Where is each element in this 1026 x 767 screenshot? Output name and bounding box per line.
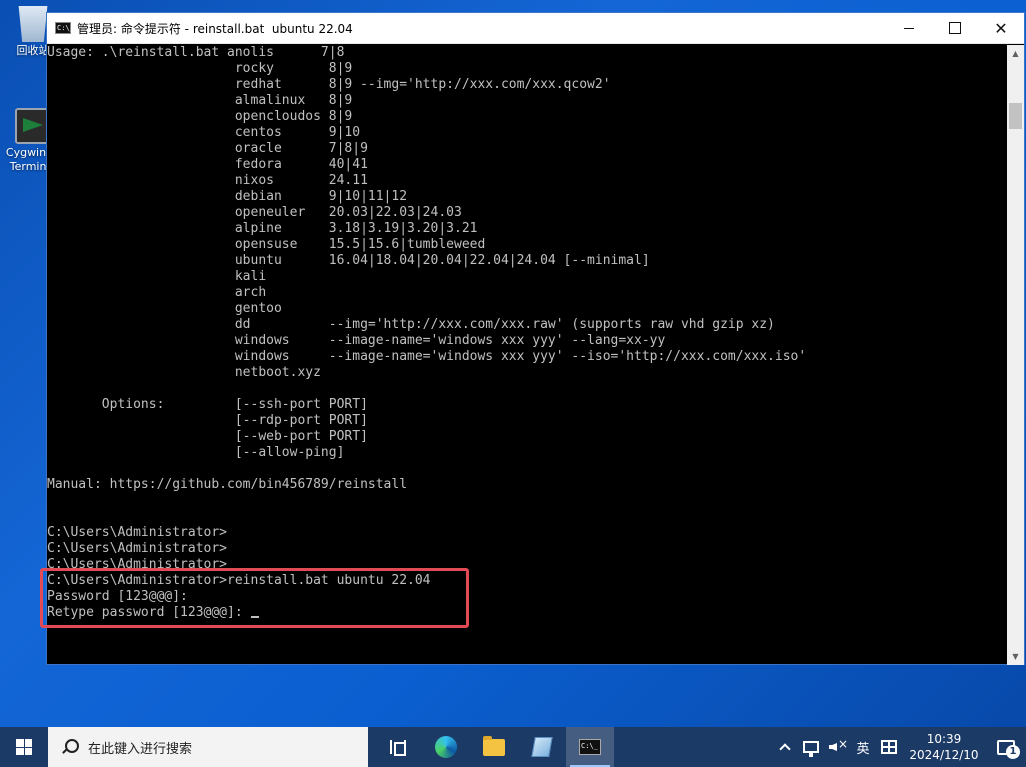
task-view-icon <box>390 740 406 756</box>
console-line: alpine 3.18|3.19|3.20|3.21 <box>47 221 478 236</box>
console-line: arch <box>47 285 267 300</box>
console-line: almalinux 8|9 <box>47 93 353 108</box>
notepad-taskbar-button[interactable] <box>518 727 566 767</box>
windows-logo-icon <box>16 739 32 755</box>
vertical-scrollbar[interactable]: ▲ ▼ <box>1007 45 1024 665</box>
window-title: 管理员: 命令提示符 - reinstall.bat ubuntu 22.04 <box>77 21 353 36</box>
system-tray: 英 10:39 2024/12/10 1 <box>772 727 1026 767</box>
input-method-button[interactable]: 英 <box>850 727 876 767</box>
console-line: rocky 8|9 <box>47 61 353 76</box>
action-center-button[interactable]: 1 <box>986 727 1026 767</box>
console-line: gentoo <box>47 301 282 316</box>
file-explorer-taskbar-button[interactable] <box>470 727 518 767</box>
console-line: debian 9|10|11|12 <box>47 189 408 204</box>
console-line: Usage: .\reinstall.bat anolis 7|8 <box>47 45 345 60</box>
console-line: windows --image-name='windows xxx yyy' -… <box>47 333 666 348</box>
console-line: kali <box>47 269 267 284</box>
console-line: C:\Users\Administrator> <box>47 541 228 556</box>
console-line: oracle 7|8|9 <box>47 141 368 156</box>
taskbar: 在此键入进行搜索 C:\_ 英 10:39 2024/12/10 1 <box>0 727 1026 767</box>
console-line: fedora 40|41 <box>47 157 368 172</box>
console-line: Manual: https://github.com/bin456789/rei… <box>47 477 408 492</box>
console-line: redhat 8|9 --img='http://xxx.com/xxx.qco… <box>47 77 611 92</box>
notepad-icon <box>531 737 553 757</box>
volume-button[interactable] <box>824 727 850 767</box>
taskbar-search-box[interactable]: 在此键入进行搜索 <box>48 727 368 767</box>
console-line: [--rdp-port PORT] <box>47 413 368 428</box>
task-view-button[interactable] <box>374 727 422 767</box>
console-line: windows --image-name='windows xxx yyy' -… <box>47 349 807 364</box>
notification-count-badge: 1 <box>1006 745 1020 759</box>
scroll-up-icon[interactable]: ▲ <box>1007 45 1024 62</box>
console-line: opencloudos 8|9 <box>47 109 353 124</box>
console-line: [--allow-ping] <box>47 445 345 460</box>
clock[interactable]: 10:39 2024/12/10 <box>902 731 986 763</box>
window-titlebar[interactable]: C:\_ 管理员: 命令提示符 - reinstall.bat ubuntu 2… <box>47 13 1024 44</box>
clock-date: 2024/12/10 <box>909 748 979 762</box>
console-line: Options: [--ssh-port PORT] <box>47 397 368 412</box>
network-icon <box>803 741 819 757</box>
console-line: C:\Users\Administrator> <box>47 525 228 540</box>
console-line: centos 9|10 <box>47 125 361 140</box>
edge-taskbar-button[interactable] <box>422 727 470 767</box>
edge-icon <box>435 736 457 758</box>
clock-time: 10:39 <box>926 732 962 746</box>
cmd-taskbar-button[interactable]: C:\_ <box>566 727 614 767</box>
scroll-down-icon[interactable]: ▼ <box>1007 648 1024 665</box>
scrollbar-thumb[interactable] <box>1009 103 1022 129</box>
chevron-up-icon <box>779 743 791 755</box>
close-button[interactable]: ✕ <box>978 13 1024 44</box>
maximize-button[interactable] <box>932 13 978 44</box>
start-button[interactable] <box>0 727 48 767</box>
ime-mode-button[interactable] <box>876 727 902 767</box>
folder-icon <box>483 735 505 756</box>
search-placeholder: 在此键入进行搜索 <box>88 741 193 757</box>
cmd-icon: C:\_ <box>579 739 601 755</box>
ime-grid-icon <box>881 740 897 754</box>
volume-muted-icon <box>829 737 848 754</box>
network-button[interactable] <box>798 727 824 767</box>
console-line: netboot.xyz <box>47 365 321 380</box>
console-line: nixos 24.11 <box>47 173 368 188</box>
console-line: ubuntu 16.04|18.04|20.04|22.04|24.04 [--… <box>47 253 650 268</box>
cmd-app-icon[interactable]: C:\_ <box>55 22 74 34</box>
search-icon <box>62 739 79 755</box>
console-line: [--web-port PORT] <box>47 429 368 444</box>
show-hidden-icons-button[interactable] <box>772 727 798 767</box>
console-line: openeuler 20.03|22.03|24.03 <box>47 205 462 220</box>
minimize-button[interactable] <box>886 13 932 44</box>
highlight-box <box>40 568 469 628</box>
console-line: opensuse 15.5|15.6|tumbleweed <box>47 237 486 252</box>
console-lines: Usage: .\reinstall.bat anolis 7|8 rocky … <box>47 45 1009 605</box>
console-line: dd --img='http://xxx.com/xxx.raw' (suppo… <box>47 317 775 332</box>
